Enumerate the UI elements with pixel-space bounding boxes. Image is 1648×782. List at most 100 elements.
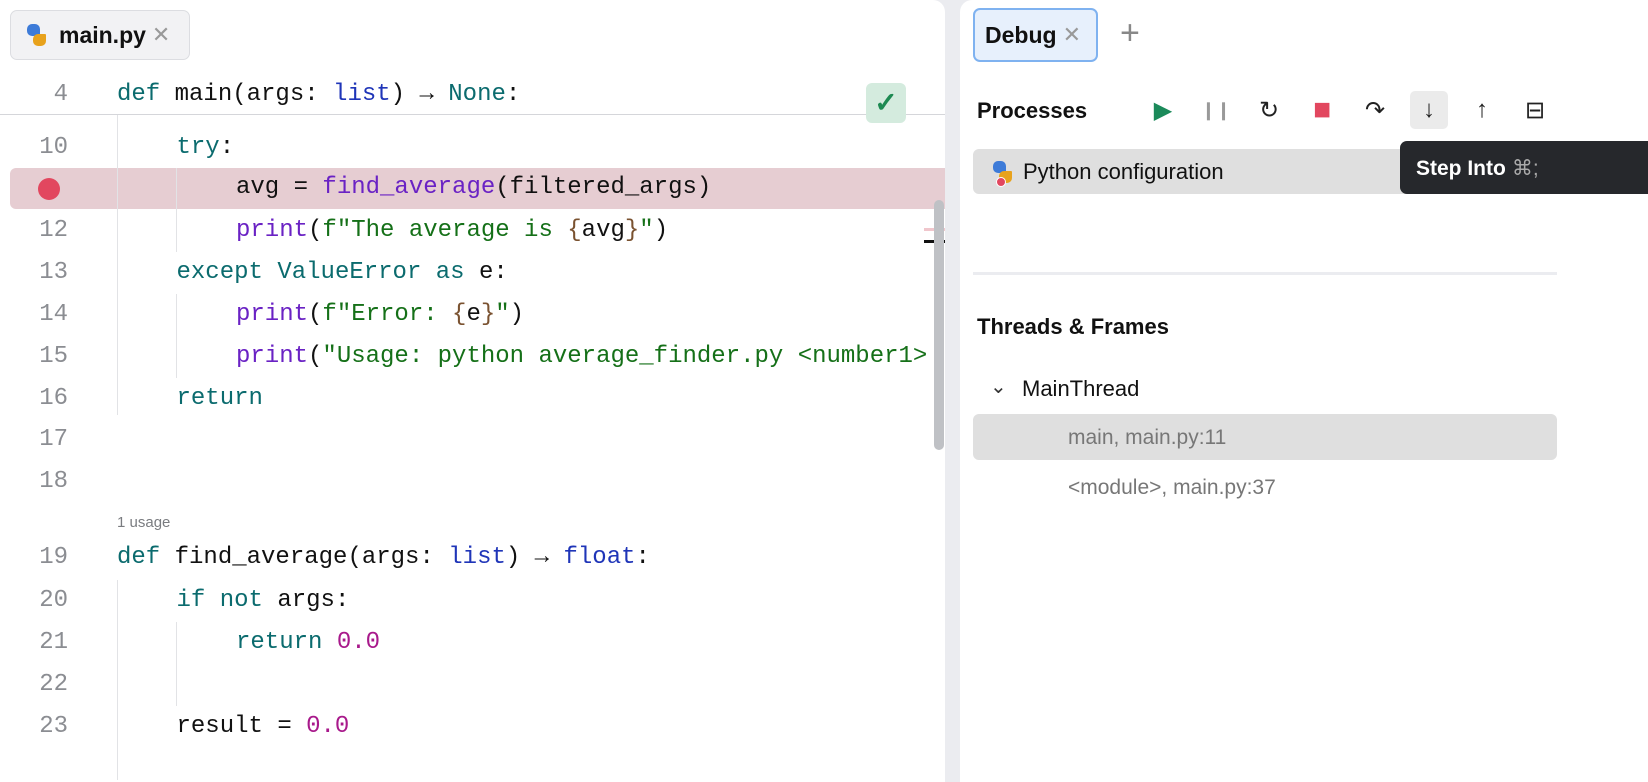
line-number: 16 xyxy=(39,385,68,412)
rerun-icon[interactable]: ↻ xyxy=(1250,91,1288,129)
no-problems-check-icon[interactable]: ✓ xyxy=(866,83,906,123)
debug-tab-label: Debug xyxy=(985,21,1057,48)
close-tab-icon[interactable]: ✕ xyxy=(1063,22,1081,48)
code-text: except ValueError as e: xyxy=(177,252,508,294)
divider xyxy=(973,272,1557,275)
resume-icon[interactable]: ▶ xyxy=(1144,91,1182,129)
code-line[interactable]: 20 if not args: xyxy=(0,580,945,622)
code-token: : xyxy=(635,544,650,571)
step-out-icon[interactable]: ↑ xyxy=(1463,91,1501,129)
code-token: { xyxy=(452,301,467,328)
code-text: result = 0.0 xyxy=(177,706,350,748)
tooltip-label: Step Into xyxy=(1416,157,1506,180)
vertical-scrollbar[interactable] xyxy=(934,200,944,450)
code-text: return xyxy=(177,378,263,420)
code-editor[interactable]: main.py ✕ 4 def main(args: list) → None: 1… xyxy=(0,0,945,782)
code-token: def xyxy=(117,81,175,108)
code-token: try xyxy=(176,134,220,161)
code-line[interactable]: 22 xyxy=(0,664,945,706)
code-line[interactable]: 15 print("Usage: python average_finder.py… xyxy=(0,336,945,378)
code-token: float xyxy=(563,544,636,571)
frame-item[interactable]: <module>, main.py:37 xyxy=(973,464,1557,510)
line-number: 21 xyxy=(39,629,68,656)
add-tab-button[interactable]: + xyxy=(1120,14,1140,53)
code-line[interactable]: 4 def main(args: list) → None: xyxy=(0,74,945,116)
line-number: 17 xyxy=(39,426,68,453)
code-token: find_average xyxy=(174,544,348,571)
code-token: } xyxy=(624,217,640,244)
code-text: if not args: xyxy=(177,580,350,622)
code-token: return xyxy=(176,385,263,412)
code-token: ) → xyxy=(505,544,564,571)
python-file-icon xyxy=(25,23,47,47)
processes-title: Processes xyxy=(977,98,1088,123)
code-line[interactable]: 16 return xyxy=(0,378,945,420)
pause-icon[interactable]: ❙❙ xyxy=(1197,91,1235,129)
code-line[interactable]: 14 print(f"Error: {e}") xyxy=(0,294,945,336)
console-icon[interactable]: ⊟ xyxy=(1516,91,1554,129)
frame-item[interactable]: main, main.py:11 xyxy=(973,414,1557,460)
tooltip-shortcut: ⌘; xyxy=(1511,157,1539,180)
tab-label: main.py xyxy=(59,21,146,48)
file-tab-main-py[interactable]: main.py ✕ xyxy=(10,10,190,60)
usage-hint[interactable]: 1 usage xyxy=(117,514,170,531)
code-token: e xyxy=(466,301,481,328)
code-token: ) xyxy=(653,217,669,244)
code-line[interactable]: 10 try: xyxy=(0,127,945,169)
code-line[interactable]: 19 def find_average(args: list) → float: xyxy=(0,537,945,579)
code-token: f"The average is xyxy=(322,217,568,244)
code-line[interactable]: 23 result = 0.0 xyxy=(0,706,945,748)
code-token: None xyxy=(448,81,506,108)
code-text: try: xyxy=(177,127,235,169)
code-token: e: xyxy=(478,259,508,286)
code-token: ( xyxy=(308,217,323,244)
code-token: 0.0 xyxy=(306,713,350,740)
line-number: 18 xyxy=(39,468,68,495)
process-item[interactable]: Python configuration xyxy=(973,149,1413,194)
code-token: " xyxy=(495,301,510,328)
code-token: "Usage: python average_finder.py <number… xyxy=(322,343,928,370)
code-token: (args: xyxy=(232,81,334,108)
code-line[interactable]: avg = find_average(filtered_args) xyxy=(0,167,945,209)
code-token: result = xyxy=(176,713,307,740)
tooltip: Step Into ⌘; xyxy=(1400,141,1648,194)
code-token: : xyxy=(505,81,521,108)
step-into-icon[interactable]: ↓ xyxy=(1410,91,1448,129)
code-line[interactable]: 21 return 0.0 xyxy=(0,622,945,664)
line-number: 20 xyxy=(39,587,68,614)
code-line[interactable]: 17 xyxy=(0,419,945,461)
code-token: def xyxy=(117,544,175,571)
code-token: ValueError xyxy=(277,259,436,286)
line-number: 22 xyxy=(39,671,68,698)
code-token: except xyxy=(176,259,278,286)
code-token: } xyxy=(480,301,496,328)
code-token: ( xyxy=(308,343,323,370)
code-line[interactable]: 12 print(f"The average is {avg}") xyxy=(0,210,945,252)
code-text: def main(args: list) → None: xyxy=(117,74,520,116)
code-token: avg xyxy=(581,217,625,244)
code-token: print xyxy=(236,301,309,328)
line-number: 14 xyxy=(39,301,68,328)
code-line[interactable]: 18 xyxy=(0,461,945,503)
code-token: f"Error: xyxy=(322,301,453,328)
thread-main[interactable]: MainThread xyxy=(1022,376,1139,402)
step-over-icon[interactable]: ↷ xyxy=(1356,91,1394,129)
code-text: avg = find_average(filtered_args) xyxy=(236,167,711,209)
code-token: " xyxy=(639,217,654,244)
code-token: if not xyxy=(176,587,278,614)
code-token: ) xyxy=(509,301,525,328)
code-token: main xyxy=(174,81,233,108)
code-token: args: xyxy=(277,587,350,614)
line-number: 23 xyxy=(39,713,68,740)
code-token: { xyxy=(567,217,582,244)
debug-tab[interactable]: Debug ✕ xyxy=(973,8,1098,62)
code-line[interactable]: 13 except ValueError as e: xyxy=(0,252,945,294)
chevron-down-icon[interactable]: ⌄ xyxy=(990,374,1007,399)
close-tab-icon[interactable]: ✕ xyxy=(152,22,170,48)
stop-icon[interactable]: ■ xyxy=(1303,91,1341,129)
code-text: print(f"The average is {avg}") xyxy=(236,210,668,252)
code-text: print("Usage: python average_finder.py <… xyxy=(236,336,927,378)
code-text: def find_average(args: list) → float: xyxy=(117,537,650,579)
code-text: return 0.0 xyxy=(236,622,380,664)
debug-panel: Debug ✕ + Processes ▶ ❙❙ ↻ ■ ↷ ↓ ↑ ⊟ Pyt… xyxy=(960,0,1648,782)
